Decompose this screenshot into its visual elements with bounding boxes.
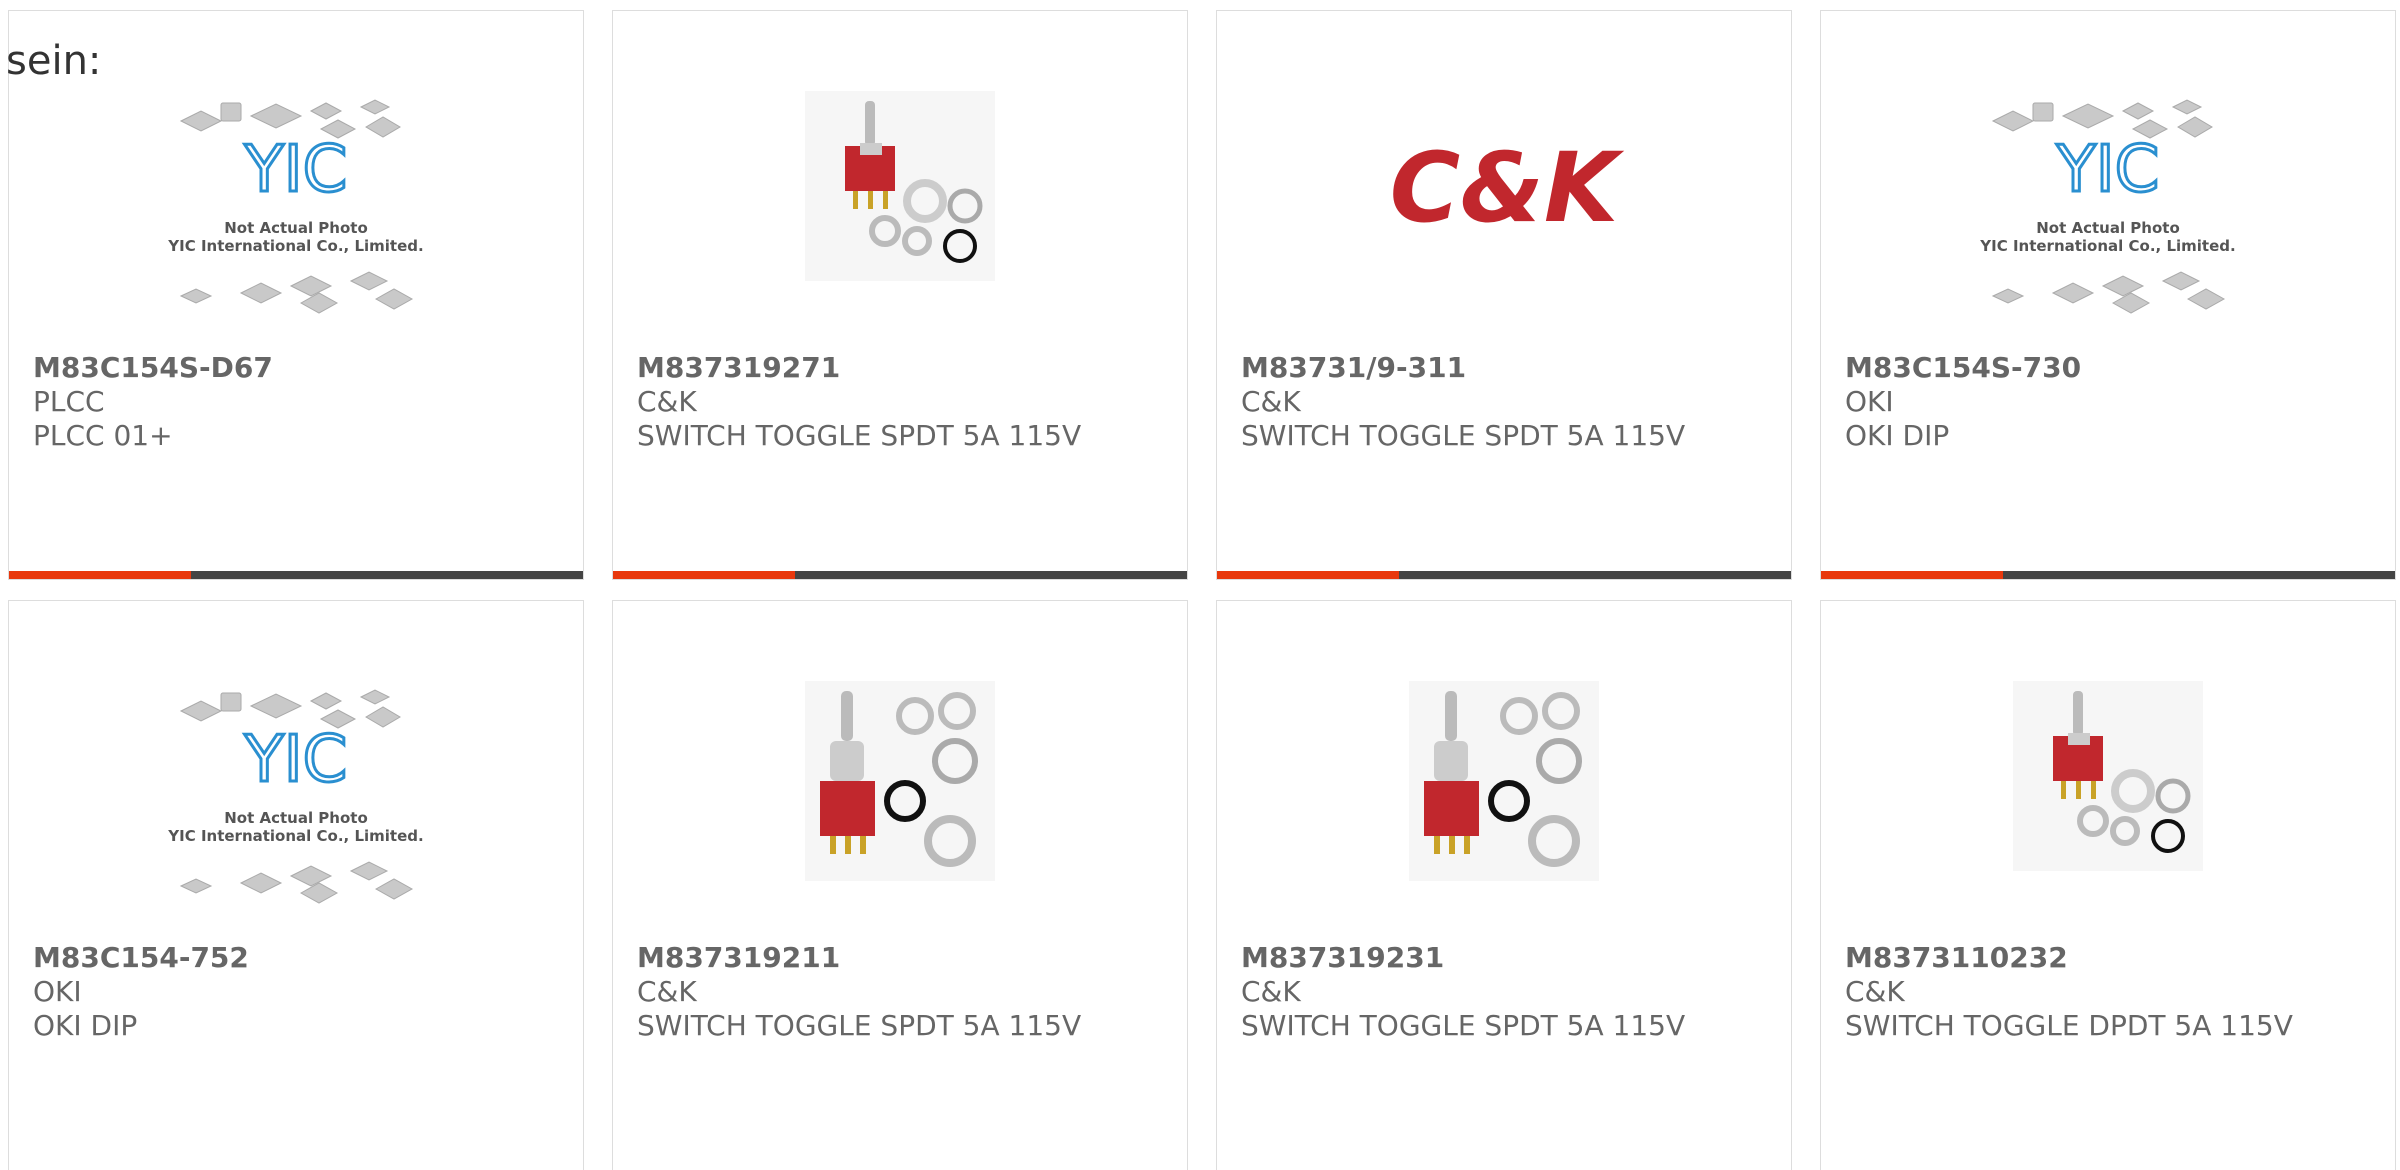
part-number[interactable]: M83C154-752 [33, 941, 571, 975]
svg-text:Not Actual Photo: Not Actual Photo [224, 219, 368, 237]
description: OKI DIP [1845, 419, 1950, 452]
svg-text:C&K: C&K [1390, 132, 1625, 244]
product-card[interactable]: M837319231 C&K SWITCH TOGGLE SPDT 5A 115… [1216, 600, 1792, 1170]
manufacturer: OKI [1845, 385, 1894, 418]
description: SWITCH TOGGLE SPDT 5A 115V [637, 1009, 1082, 1042]
product-card[interactable]: YIC Not Actual Photo YIC International C… [1820, 10, 2396, 580]
description: PLCC 01+ [33, 419, 173, 452]
card-bar [613, 571, 1187, 579]
svg-text:Not Actual Photo: Not Actual Photo [224, 809, 368, 827]
product-card[interactable]: M837319211 C&K SWITCH TOGGLE SPDT 5A 115… [612, 600, 1188, 1170]
manufacturer: OKI [33, 975, 82, 1008]
part-number[interactable]: M8373110232 [1845, 941, 2383, 975]
svg-text:YIC: YIC [244, 133, 348, 207]
part-number[interactable]: M83C154S-D67 [33, 351, 571, 385]
product-card[interactable]: M8373110232 C&K SWITCH TOGGLE DPDT 5A 11… [1820, 600, 2396, 1170]
card-bar [1821, 571, 2395, 579]
toggle-switch-image [1973, 671, 2243, 941]
manufacturer: C&K [1241, 385, 1301, 418]
toggle-switch-image [765, 671, 1035, 941]
description: OKI DIP [33, 1009, 138, 1042]
part-number[interactable]: M837319231 [1241, 941, 1779, 975]
product-card[interactable]: C&K M83731/9-311 C&K SWITCH TOGGLE SPDT … [1216, 10, 1792, 580]
ck-logo-image: C&K [1369, 81, 1639, 351]
svg-text:YIC: YIC [244, 723, 348, 797]
lead-text: sein: [6, 38, 102, 84]
svg-text:YIC International Co., Limited: YIC International Co., Limited. [1979, 237, 2235, 255]
toggle-switch-image [1369, 671, 1639, 941]
description: SWITCH TOGGLE SPDT 5A 115V [637, 419, 1082, 452]
product-card[interactable]: YIC Not Actual Photo YIC International C… [8, 10, 584, 580]
manufacturer: C&K [637, 975, 697, 1008]
yic-placeholder-image: YIC Not Actual Photo YIC International C… [161, 81, 431, 351]
manufacturer: C&K [637, 385, 697, 418]
product-card[interactable]: M837319271 C&K SWITCH TOGGLE SPDT 5A 115… [612, 10, 1188, 580]
part-number[interactable]: M83C154S-730 [1845, 351, 2383, 385]
manufacturer: PLCC [33, 385, 105, 418]
svg-text:YIC International Co., Limited: YIC International Co., Limited. [167, 827, 423, 845]
manufacturer: C&K [1241, 975, 1301, 1008]
part-number[interactable]: M837319271 [637, 351, 1175, 385]
svg-text:YIC International Co., Limited: YIC International Co., Limited. [167, 237, 423, 255]
product-card[interactable]: YIC Not Actual Photo YIC International C… [8, 600, 584, 1170]
manufacturer: C&K [1845, 975, 1905, 1008]
yic-placeholder-image: YIC Not Actual Photo YIC International C… [1973, 81, 2243, 351]
svg-text:YIC: YIC [2056, 133, 2160, 207]
yic-placeholder-image: YIC Not Actual Photo YIC International C… [161, 671, 431, 941]
description: SWITCH TOGGLE SPDT 5A 115V [1241, 419, 1686, 452]
card-bar [9, 571, 583, 579]
svg-text:Not Actual Photo: Not Actual Photo [2036, 219, 2180, 237]
description: SWITCH TOGGLE DPDT 5A 115V [1845, 1009, 2293, 1042]
toggle-switch-image [765, 81, 1035, 351]
card-bar [1217, 571, 1791, 579]
description: SWITCH TOGGLE SPDT 5A 115V [1241, 1009, 1686, 1042]
part-number[interactable]: M83731/9-311 [1241, 351, 1779, 385]
part-number[interactable]: M837319211 [637, 941, 1175, 975]
